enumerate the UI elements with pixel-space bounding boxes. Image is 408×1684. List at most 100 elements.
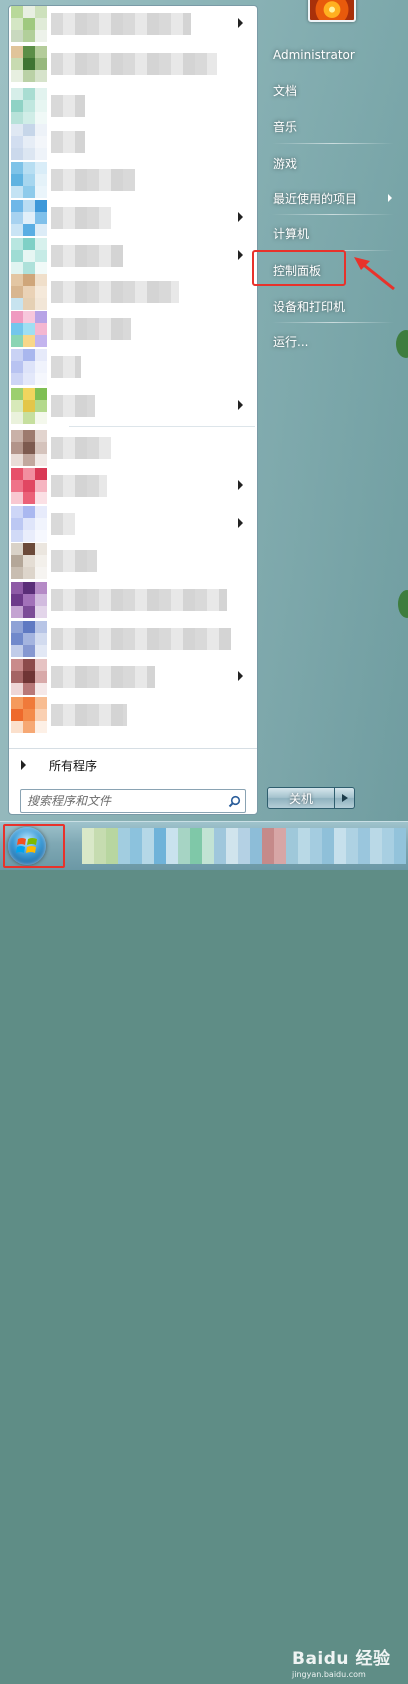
program-label bbox=[51, 666, 155, 688]
program-item[interactable] bbox=[11, 200, 255, 236]
program-icon bbox=[11, 430, 47, 466]
devices-printers-item[interactable]: 设备和打印机 bbox=[266, 293, 400, 319]
music-label: 音乐 bbox=[273, 119, 298, 134]
separator bbox=[272, 322, 394, 323]
program-item[interactable] bbox=[11, 430, 255, 466]
program-item[interactable] bbox=[11, 349, 255, 385]
computer-label: 计算机 bbox=[273, 226, 310, 241]
start-button[interactable] bbox=[3, 824, 65, 868]
program-icon bbox=[11, 124, 47, 160]
arrow-right-icon bbox=[341, 794, 348, 802]
recent-items-label: 最近使用的项目 bbox=[273, 191, 358, 206]
games-item[interactable]: 游戏 bbox=[266, 150, 400, 176]
arrow-right-icon bbox=[238, 400, 243, 410]
start-menu: 所有程序 Administrator 文档 音乐 游戏 bbox=[0, 0, 408, 821]
taskbar-pinned-items[interactable] bbox=[82, 828, 408, 864]
annotation-highlight-box bbox=[3, 824, 65, 868]
program-item[interactable] bbox=[11, 238, 255, 274]
documents-label: 文档 bbox=[273, 83, 298, 98]
separator bbox=[272, 143, 394, 144]
program-item[interactable] bbox=[11, 543, 255, 579]
all-programs-button[interactable]: 所有程序 bbox=[9, 748, 257, 781]
program-label bbox=[51, 475, 107, 497]
program-label bbox=[51, 318, 131, 340]
program-label bbox=[51, 356, 81, 378]
devices-printers-label: 设备和打印机 bbox=[273, 299, 346, 314]
program-label bbox=[51, 245, 123, 267]
shutdown-group: 关机 bbox=[267, 787, 357, 809]
program-item[interactable] bbox=[11, 582, 255, 618]
all-programs-label: 所有程序 bbox=[49, 758, 98, 773]
search-icon[interactable] bbox=[223, 791, 245, 811]
program-icon bbox=[11, 468, 47, 504]
program-label bbox=[51, 589, 227, 611]
run-item[interactable]: 运行... bbox=[266, 328, 400, 354]
program-icon bbox=[11, 6, 47, 42]
program-label bbox=[51, 207, 111, 229]
program-label bbox=[51, 628, 231, 650]
program-label bbox=[51, 95, 85, 117]
separator bbox=[69, 426, 255, 427]
games-label: 游戏 bbox=[273, 156, 298, 171]
places-panel: Administrator 文档 音乐 游戏 最近使用的项目 计算机 控制面板 … bbox=[258, 0, 408, 821]
program-label bbox=[51, 281, 179, 303]
program-icon bbox=[11, 238, 47, 274]
recent-items-item[interactable]: 最近使用的项目 bbox=[266, 185, 400, 211]
program-label bbox=[51, 513, 75, 535]
program-item[interactable] bbox=[11, 6, 255, 42]
program-icon bbox=[11, 621, 47, 657]
arrow-right-icon bbox=[238, 518, 243, 528]
shutdown-label: 关机 bbox=[288, 791, 313, 806]
program-icon bbox=[11, 274, 47, 310]
program-label bbox=[51, 395, 95, 417]
program-item[interactable] bbox=[11, 162, 255, 198]
program-item[interactable] bbox=[11, 124, 255, 160]
program-label bbox=[51, 53, 217, 75]
program-item[interactable] bbox=[11, 621, 255, 657]
music-item[interactable]: 音乐 bbox=[266, 113, 400, 139]
program-icon bbox=[11, 200, 47, 236]
computer-item[interactable]: 计算机 bbox=[266, 220, 400, 246]
program-item[interactable] bbox=[11, 311, 255, 347]
programs-panel: 所有程序 bbox=[8, 5, 258, 815]
program-item[interactable] bbox=[11, 659, 255, 695]
arrow-right-icon bbox=[238, 250, 243, 260]
program-item[interactable] bbox=[11, 697, 255, 733]
program-icon bbox=[11, 582, 47, 618]
program-icon bbox=[11, 506, 47, 542]
program-icon bbox=[11, 349, 47, 385]
user-picture-icon bbox=[308, 0, 356, 22]
documents-item[interactable]: 文档 bbox=[266, 77, 400, 103]
arrow-right-icon bbox=[388, 194, 392, 202]
taskbar: Baidu 经验 jingyan.baidu.com bbox=[0, 821, 408, 1679]
pointer-arrow-icon bbox=[354, 257, 395, 291]
program-icon bbox=[11, 311, 47, 347]
program-item[interactable] bbox=[11, 88, 255, 124]
program-item[interactable] bbox=[11, 46, 255, 82]
program-item[interactable] bbox=[11, 388, 255, 424]
user-name-label: Administrator bbox=[273, 48, 355, 62]
separator bbox=[272, 214, 394, 215]
watermark-brand: Baidu 经验 bbox=[292, 1649, 391, 1669]
program-label bbox=[51, 437, 111, 459]
shutdown-options-button[interactable] bbox=[335, 787, 355, 809]
program-icon bbox=[11, 46, 47, 82]
program-icon bbox=[11, 659, 47, 695]
program-label bbox=[51, 131, 85, 153]
watermark: Baidu 经验 jingyan.baidu.com bbox=[292, 1644, 408, 1684]
program-item[interactable] bbox=[11, 274, 255, 310]
shutdown-button[interactable]: 关机 bbox=[267, 787, 335, 809]
program-icon bbox=[11, 388, 47, 424]
search-box[interactable] bbox=[20, 789, 246, 813]
search-input[interactable] bbox=[21, 790, 223, 812]
program-item[interactable] bbox=[11, 506, 255, 542]
arrow-right-icon bbox=[238, 480, 243, 490]
program-icon bbox=[11, 543, 47, 579]
program-item[interactable] bbox=[11, 468, 255, 504]
user-name-item[interactable]: Administrator bbox=[266, 42, 400, 68]
program-icon bbox=[11, 88, 47, 124]
program-label bbox=[51, 13, 191, 35]
program-label bbox=[51, 550, 97, 572]
program-icon bbox=[11, 162, 47, 198]
watermark-url: jingyan.baidu.com bbox=[292, 1670, 366, 1679]
